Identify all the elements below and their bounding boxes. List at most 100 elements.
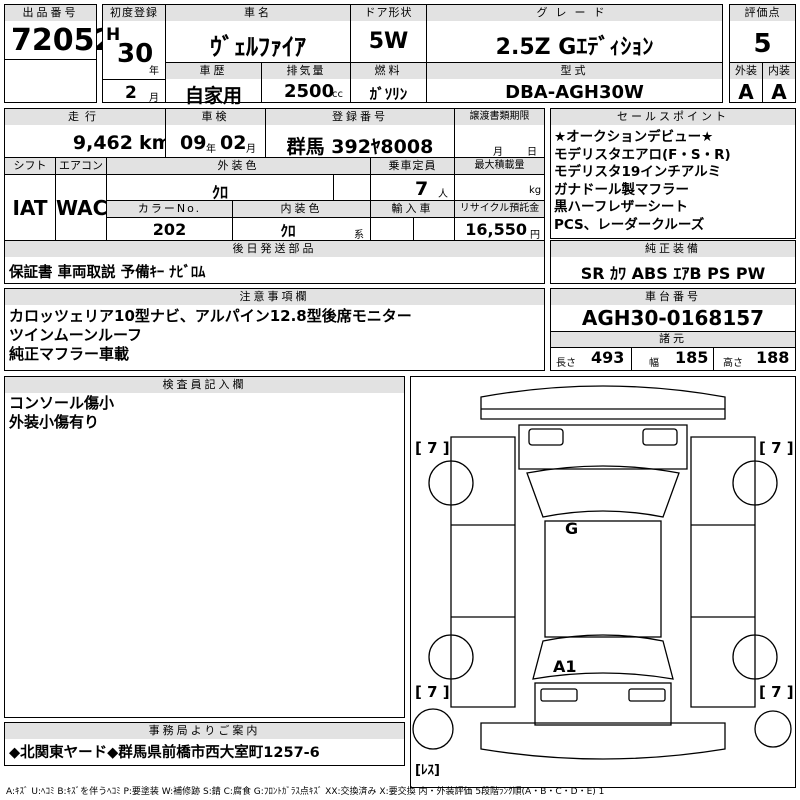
door-type: 5W <box>368 29 409 54</box>
height-label: 高さ <box>723 358 743 369</box>
score-box: 評価点 5 <box>729 4 796 63</box>
car-damage-diagram <box>412 385 792 760</box>
max-load-unit: kg <box>529 185 542 196</box>
inspector-line: コンソール傷小 <box>9 394 115 412</box>
mileage-box: 走行 9,462 km <box>4 108 171 158</box>
transfer-month-unit: 月 <box>493 147 503 158</box>
later-parts: 保証書 車両取説 予備ｷｰ ﾅﾋﾞﾛﾑ <box>9 265 206 281</box>
office-box: 事務局よりご案内 ◆北関東ヤード◆群馬県前橋市西大室町1257-6 <box>4 722 405 766</box>
selling-point: ★オークションデビュー★ <box>554 129 714 145</box>
interior-color: ｸﾛ <box>280 222 296 240</box>
taillight-right <box>628 688 666 702</box>
car-name: ｳﾞｪﾙﾌｧｲｱ <box>210 33 306 61</box>
width: 185 <box>675 348 709 367</box>
taillight-left <box>540 688 578 702</box>
inspection-month-unit: 月 <box>246 144 256 155</box>
width-label: 幅 <box>649 358 659 369</box>
equipment-box: 純正装備 SR ｶﾜ ABS ｴｱB PS PW <box>550 240 796 284</box>
model-label: 型式 <box>427 63 722 79</box>
spare-tire-right <box>754 710 792 748</box>
max-load-label: 最大積載量 <box>455 158 544 174</box>
plate-label: 登録番号 <box>266 109 454 125</box>
score-label: 評価点 <box>730 5 795 21</box>
roof <box>544 520 662 638</box>
spare-tire-mark: [ﾚｽ] <box>415 759 440 778</box>
aircon-label: エアコン <box>56 158 106 174</box>
note-line: 純正マフラー車載 <box>9 345 130 363</box>
inspector-notes: コンソール傷小 外装小傷有り <box>9 394 114 432</box>
selling-point: モデリスタエアロ(F・S・R) <box>554 146 731 163</box>
equipment-label: 純正装備 <box>551 241 795 257</box>
exterior-grade-box: 外装 A <box>729 62 763 104</box>
selling-point: ガナドール製マフラー <box>554 181 689 198</box>
notes-list: カロッツェリア10型ナビ、アルパイン12.8型後席モニター ツインムーンルーフ … <box>9 307 412 364</box>
tire-rear-right-depth: [ 7 ] <box>759 683 794 701</box>
tire-rear-left-depth: [ 7 ] <box>415 683 450 701</box>
fuel-label: 燃料 <box>351 63 426 79</box>
fuel: ｶﾞｿﾘﾝ <box>369 85 408 103</box>
selling-point: PCS、レーダークルーズ <box>554 216 705 233</box>
capacity-unit: 人 <box>438 189 448 200</box>
spare-tire <box>412 708 454 750</box>
office-address: ◆北関東ヤード◆群馬県前橋市西大室町1257-6 <box>9 745 320 761</box>
history-label: 車歴 <box>166 63 261 79</box>
chassis-number: AGH30-0168157 <box>581 306 765 330</box>
first-registration-box: 初度登録 H 30 年 2 月 <box>102 4 166 104</box>
interior-grade: A <box>771 80 787 104</box>
selling-point: モデリスタ19インチアルミ <box>554 164 722 180</box>
import-label: 輸入車 <box>371 201 454 217</box>
notes-box: 注意事項欄 カロッツェリア10型ナビ、アルパイン12.8型後席モニター ツインム… <box>4 288 545 371</box>
inspector-label: 検査員記入欄 <box>5 377 404 393</box>
headlight-left <box>528 428 564 446</box>
chassis-label: 車台番号 <box>551 289 795 305</box>
windshield <box>526 465 680 518</box>
damage-mark-roof: G <box>565 519 579 538</box>
recycle-unit: 円 <box>530 230 540 241</box>
later-parts-box: 後日発送部品 保証書 車両取説 予備ｷｰ ﾅﾋﾞﾛﾑ <box>4 240 545 284</box>
front-bumper <box>480 385 726 420</box>
transfer-box: 譲渡書類期限 月 日 <box>454 108 545 158</box>
history-box: 車歴 自家用 <box>165 62 262 107</box>
selling-points-box: セールスポイント ★オークションデビュー★ モデリスタエアロ(F・S・R) モデ… <box>550 108 796 239</box>
door-label: ドア形状 <box>351 5 426 21</box>
lot-number-blank <box>4 59 97 103</box>
recycle-fee: 16,550 <box>465 220 527 239</box>
legend: A:ｷｽﾞ U:ﾍｺﾐ B:ｷｽﾞを伴うﾍｺﾐ P:要塗装 W:補修跡 S:錆 … <box>6 787 605 797</box>
mileage: 9,462 <box>72 132 133 154</box>
reg-month-unit: 月 <box>149 93 159 104</box>
interior-color-suffix: 系 <box>354 230 364 241</box>
car-name-box: 車名 ｳﾞｪﾙﾌｧｲｱ <box>165 4 351 63</box>
displacement-unit: cc <box>332 89 343 100</box>
inspection-month: 02 <box>220 132 247 154</box>
tire-front-right-depth: [ 7 ] <box>759 439 794 457</box>
inspection-box: 車検 09 年 02 月 <box>165 108 266 158</box>
displacement-box: 排気量 2500 cc <box>261 62 351 103</box>
grade-box: グレード 2.5Z Gｴﾃﾞｨｼｮﾝ <box>426 4 723 63</box>
interior-grade-box: 内装 A <box>762 62 796 104</box>
interior-grade-label: 内装 <box>763 63 795 79</box>
selling-point: 黒ハーフレザーシート <box>554 199 688 215</box>
transfer-day-unit: 日 <box>527 147 537 158</box>
plate-box: 登録番号 群馬 392ﾔ8008 <box>265 108 455 158</box>
color-no-label: カラーNo. <box>107 201 232 217</box>
auction-sheet: 出品番号 72052 初度登録 H 30 年 2 月 車名 ｳﾞｪﾙﾌｧｲｱ ド… <box>0 0 800 800</box>
first-registration-label: 初度登録 <box>103 5 165 21</box>
capacity: 7 <box>415 178 429 200</box>
shift-label: シフト <box>5 158 55 174</box>
door-box: ドア形状 5W <box>350 4 427 63</box>
shift: IAT <box>12 196 48 220</box>
aircon: WAC <box>56 196 108 220</box>
exterior-grade-label: 外装 <box>730 63 762 79</box>
lot-number: 72052 <box>11 23 116 58</box>
capacity-label: 乗車定員 <box>371 158 454 174</box>
selling-points-list: ★オークションデビュー★ モデリスタエアロ(F・S・R) モデリスタ19インチア… <box>554 129 731 234</box>
grade: 2.5Z Gｴﾃﾞｨｼｮﾝ <box>495 35 654 60</box>
fuel-box: 燃料 ｶﾞｿﾘﾝ <box>350 62 427 103</box>
inspection-year-unit: 年 <box>206 144 216 155</box>
inspector-line: 外装小傷有り <box>9 413 100 431</box>
equipment: SR ｶﾜ ABS ｴｱB PS PW <box>580 264 766 283</box>
exterior-grade: A <box>738 80 754 104</box>
later-parts-label: 後日発送部品 <box>5 241 544 257</box>
right-side-body <box>690 436 756 708</box>
note-line: カロッツェリア10型ナビ、アルパイン12.8型後席モニター <box>9 307 412 325</box>
